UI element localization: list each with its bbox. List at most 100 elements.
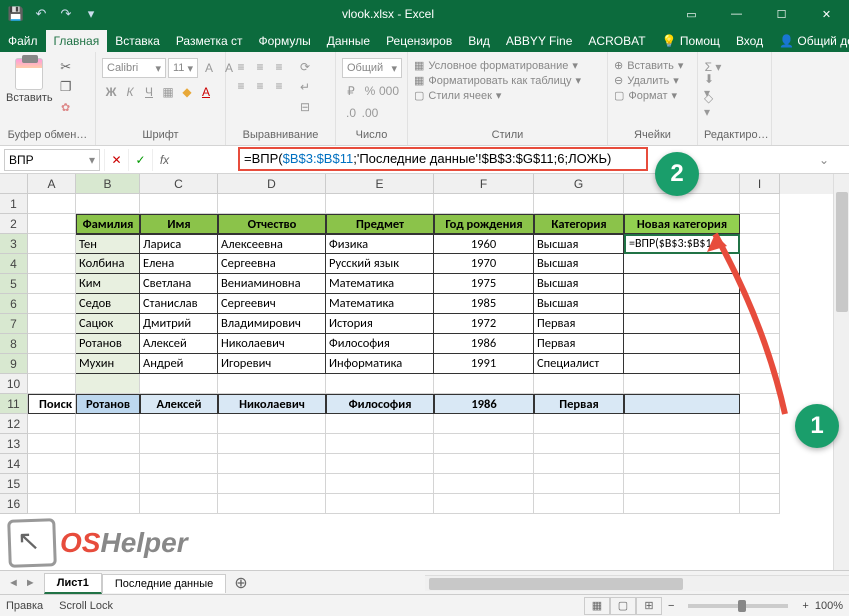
format-cells-button[interactable]: ▢Формат ▾ xyxy=(614,88,677,103)
row-header-16[interactable]: 16 xyxy=(0,494,28,514)
cell-B13[interactable] xyxy=(76,434,140,454)
cancel-formula-icon[interactable]: ✕ xyxy=(104,149,128,171)
cell-E4[interactable]: Русский язык xyxy=(326,254,434,274)
cell-D8[interactable]: Николаевич xyxy=(218,334,326,354)
cell-G13[interactable] xyxy=(534,434,624,454)
cell-D6[interactable]: Сергеевич xyxy=(218,294,326,314)
vertical-scrollbar[interactable] xyxy=(833,174,849,570)
column-header-C[interactable]: C xyxy=(140,174,218,194)
tab-file[interactable]: Файл xyxy=(0,30,46,52)
cell-D2[interactable]: Отчество xyxy=(218,214,326,234)
tab-insert[interactable]: Вставка xyxy=(107,30,168,52)
fill-color-icon[interactable]: ◆ xyxy=(178,83,196,101)
column-header-D[interactable]: D xyxy=(218,174,326,194)
select-all-corner[interactable] xyxy=(0,174,28,194)
cell-G16[interactable] xyxy=(534,494,624,514)
cell-A6[interactable] xyxy=(28,294,76,314)
cell-B4[interactable]: Колбина xyxy=(76,254,140,274)
cell-D5[interactable]: Вениаминовна xyxy=(218,274,326,294)
zoom-in-icon[interactable]: + xyxy=(802,600,808,612)
cell-D10[interactable] xyxy=(218,374,326,394)
cell-F2[interactable]: Год рождения xyxy=(434,214,534,234)
cell-D9[interactable]: Игоревич xyxy=(218,354,326,374)
cell-A9[interactable] xyxy=(28,354,76,374)
cell-D13[interactable] xyxy=(218,434,326,454)
cell-A3[interactable] xyxy=(28,234,76,254)
tab-formulas[interactable]: Формулы xyxy=(251,30,319,52)
cell-B6[interactable]: Седов xyxy=(76,294,140,314)
cell-B5[interactable]: Ким xyxy=(76,274,140,294)
cell-F15[interactable] xyxy=(434,474,534,494)
cell-D3[interactable]: Алексеевна xyxy=(218,234,326,254)
italic-icon[interactable]: К xyxy=(121,83,139,101)
tab-review[interactable]: Рецензиров xyxy=(378,30,460,52)
cell-H16[interactable] xyxy=(624,494,740,514)
cell-A7[interactable] xyxy=(28,314,76,334)
row-header-6[interactable]: 6 xyxy=(0,294,28,314)
minimize-button[interactable]: — xyxy=(714,0,759,28)
tab-acrobat[interactable]: ACROBAT xyxy=(580,30,653,52)
cell-F5[interactable]: 1975 xyxy=(434,274,534,294)
fx-icon[interactable]: fx xyxy=(152,149,176,171)
cell-C16[interactable] xyxy=(140,494,218,514)
cell-A5[interactable] xyxy=(28,274,76,294)
cell-A14[interactable] xyxy=(28,454,76,474)
cell-E12[interactable] xyxy=(326,414,434,434)
view-page-layout-icon[interactable]: ▢ xyxy=(610,597,636,615)
cell-C1[interactable] xyxy=(140,194,218,214)
decrease-decimal-icon[interactable]: .00 xyxy=(361,104,379,122)
clear-icon[interactable]: ◇ ▾ xyxy=(704,96,722,114)
sheet-prev-icon[interactable]: ◄ xyxy=(8,577,19,589)
delete-cells-button[interactable]: ⊖Удалить ▾ xyxy=(614,73,679,88)
ribbon-options-icon[interactable]: ▭ xyxy=(669,0,714,28)
spreadsheet-grid[interactable]: ABCDEFGHI 12ФамилияИмяОтчествоПредметГод… xyxy=(0,174,849,570)
expand-formula-icon[interactable]: ⌄ xyxy=(819,153,849,167)
cell-styles-button[interactable]: ▢Стили ячеек ▾ xyxy=(414,88,501,103)
column-header-G[interactable]: G xyxy=(534,174,624,194)
cell-B15[interactable] xyxy=(76,474,140,494)
column-header-B[interactable]: B xyxy=(76,174,140,194)
cell-A8[interactable] xyxy=(28,334,76,354)
row-header-10[interactable]: 10 xyxy=(0,374,28,394)
underline-icon[interactable]: Ч xyxy=(140,83,158,101)
align-top-icon[interactable]: ≡ xyxy=(232,58,250,76)
cell-E2[interactable]: Предмет xyxy=(326,214,434,234)
cell-C4[interactable]: Елена xyxy=(140,254,218,274)
cell-G14[interactable] xyxy=(534,454,624,474)
cell-C11[interactable]: Алексей xyxy=(140,394,218,414)
cell-C14[interactable] xyxy=(140,454,218,474)
cell-E1[interactable] xyxy=(326,194,434,214)
orientation-icon[interactable]: ⟳ xyxy=(296,58,314,76)
column-header-F[interactable]: F xyxy=(434,174,534,194)
font-name-select[interactable]: Calibri▾ xyxy=(102,58,166,78)
cell-C3[interactable]: Лариса xyxy=(140,234,218,254)
cell-C13[interactable] xyxy=(140,434,218,454)
font-size-select[interactable]: 11▾ xyxy=(168,58,198,78)
cell-A11[interactable]: Поиск xyxy=(28,394,76,414)
row-header-3[interactable]: 3 xyxy=(0,234,28,254)
conditional-formatting-button[interactable]: ▦Условное форматирование ▾ xyxy=(414,58,578,73)
cell-I16[interactable] xyxy=(740,494,780,514)
number-format-select[interactable]: Общий▾ xyxy=(342,58,402,78)
cell-G15[interactable] xyxy=(534,474,624,494)
sheet-next-icon[interactable]: ► xyxy=(25,577,36,589)
view-page-break-icon[interactable]: ⊞ xyxy=(636,597,662,615)
cell-G10[interactable] xyxy=(534,374,624,394)
cell-H1[interactable] xyxy=(624,194,740,214)
cell-D7[interactable]: Владимирович xyxy=(218,314,326,334)
tab-home[interactable]: Главная xyxy=(46,30,108,52)
new-sheet-icon[interactable]: ⊕ xyxy=(226,573,255,593)
cell-F7[interactable]: 1972 xyxy=(434,314,534,334)
increase-decimal-icon[interactable]: .0 xyxy=(342,104,360,122)
cell-C12[interactable] xyxy=(140,414,218,434)
cell-E15[interactable] xyxy=(326,474,434,494)
cell-H14[interactable] xyxy=(624,454,740,474)
redo-icon[interactable]: ↷ xyxy=(54,2,78,26)
cell-F9[interactable]: 1991 xyxy=(434,354,534,374)
align-right-icon[interactable]: ≡ xyxy=(270,77,288,95)
cell-B9[interactable]: Мухин xyxy=(76,354,140,374)
cell-B10[interactable] xyxy=(76,374,140,394)
cell-I15[interactable] xyxy=(740,474,780,494)
cell-G1[interactable] xyxy=(534,194,624,214)
cell-E16[interactable] xyxy=(326,494,434,514)
